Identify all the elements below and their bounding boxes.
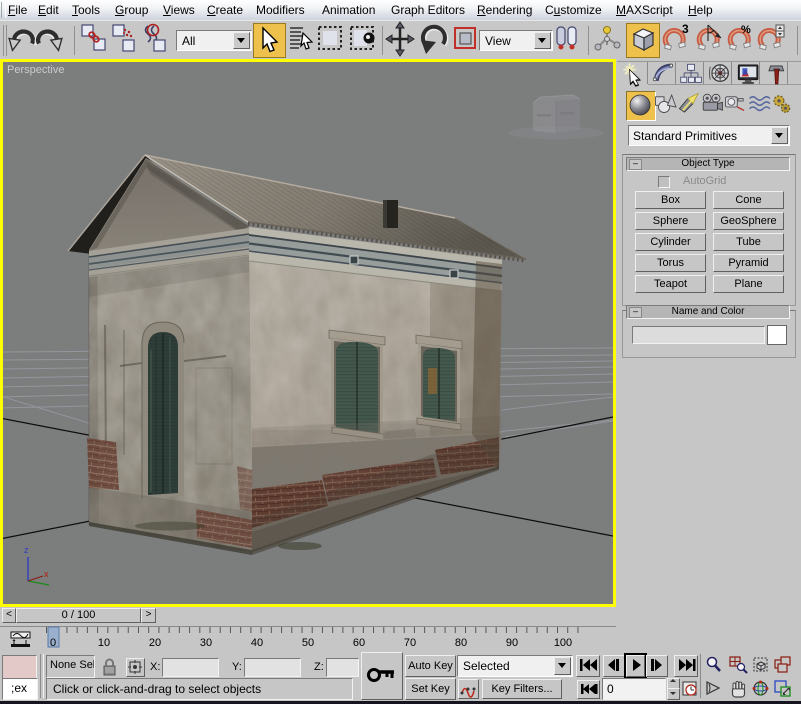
svg-text:80: 80 bbox=[455, 637, 467, 648]
svg-text:3: 3 bbox=[682, 22, 689, 36]
svg-text:%: % bbox=[741, 24, 751, 36]
svg-text:60: 60 bbox=[353, 637, 365, 648]
svg-text:20: 20 bbox=[149, 637, 161, 648]
svg-text:100: 100 bbox=[554, 637, 572, 648]
svg-text:40: 40 bbox=[251, 637, 263, 648]
svg-text:70: 70 bbox=[404, 637, 416, 648]
svg-text:x: x bbox=[44, 569, 49, 579]
svg-text:30: 30 bbox=[200, 637, 212, 648]
svg-text:z: z bbox=[24, 545, 29, 555]
svg-text:90: 90 bbox=[506, 637, 518, 648]
svg-text:10: 10 bbox=[98, 637, 110, 648]
svg-text:50: 50 bbox=[302, 637, 314, 648]
svg-text:0: 0 bbox=[50, 637, 56, 648]
